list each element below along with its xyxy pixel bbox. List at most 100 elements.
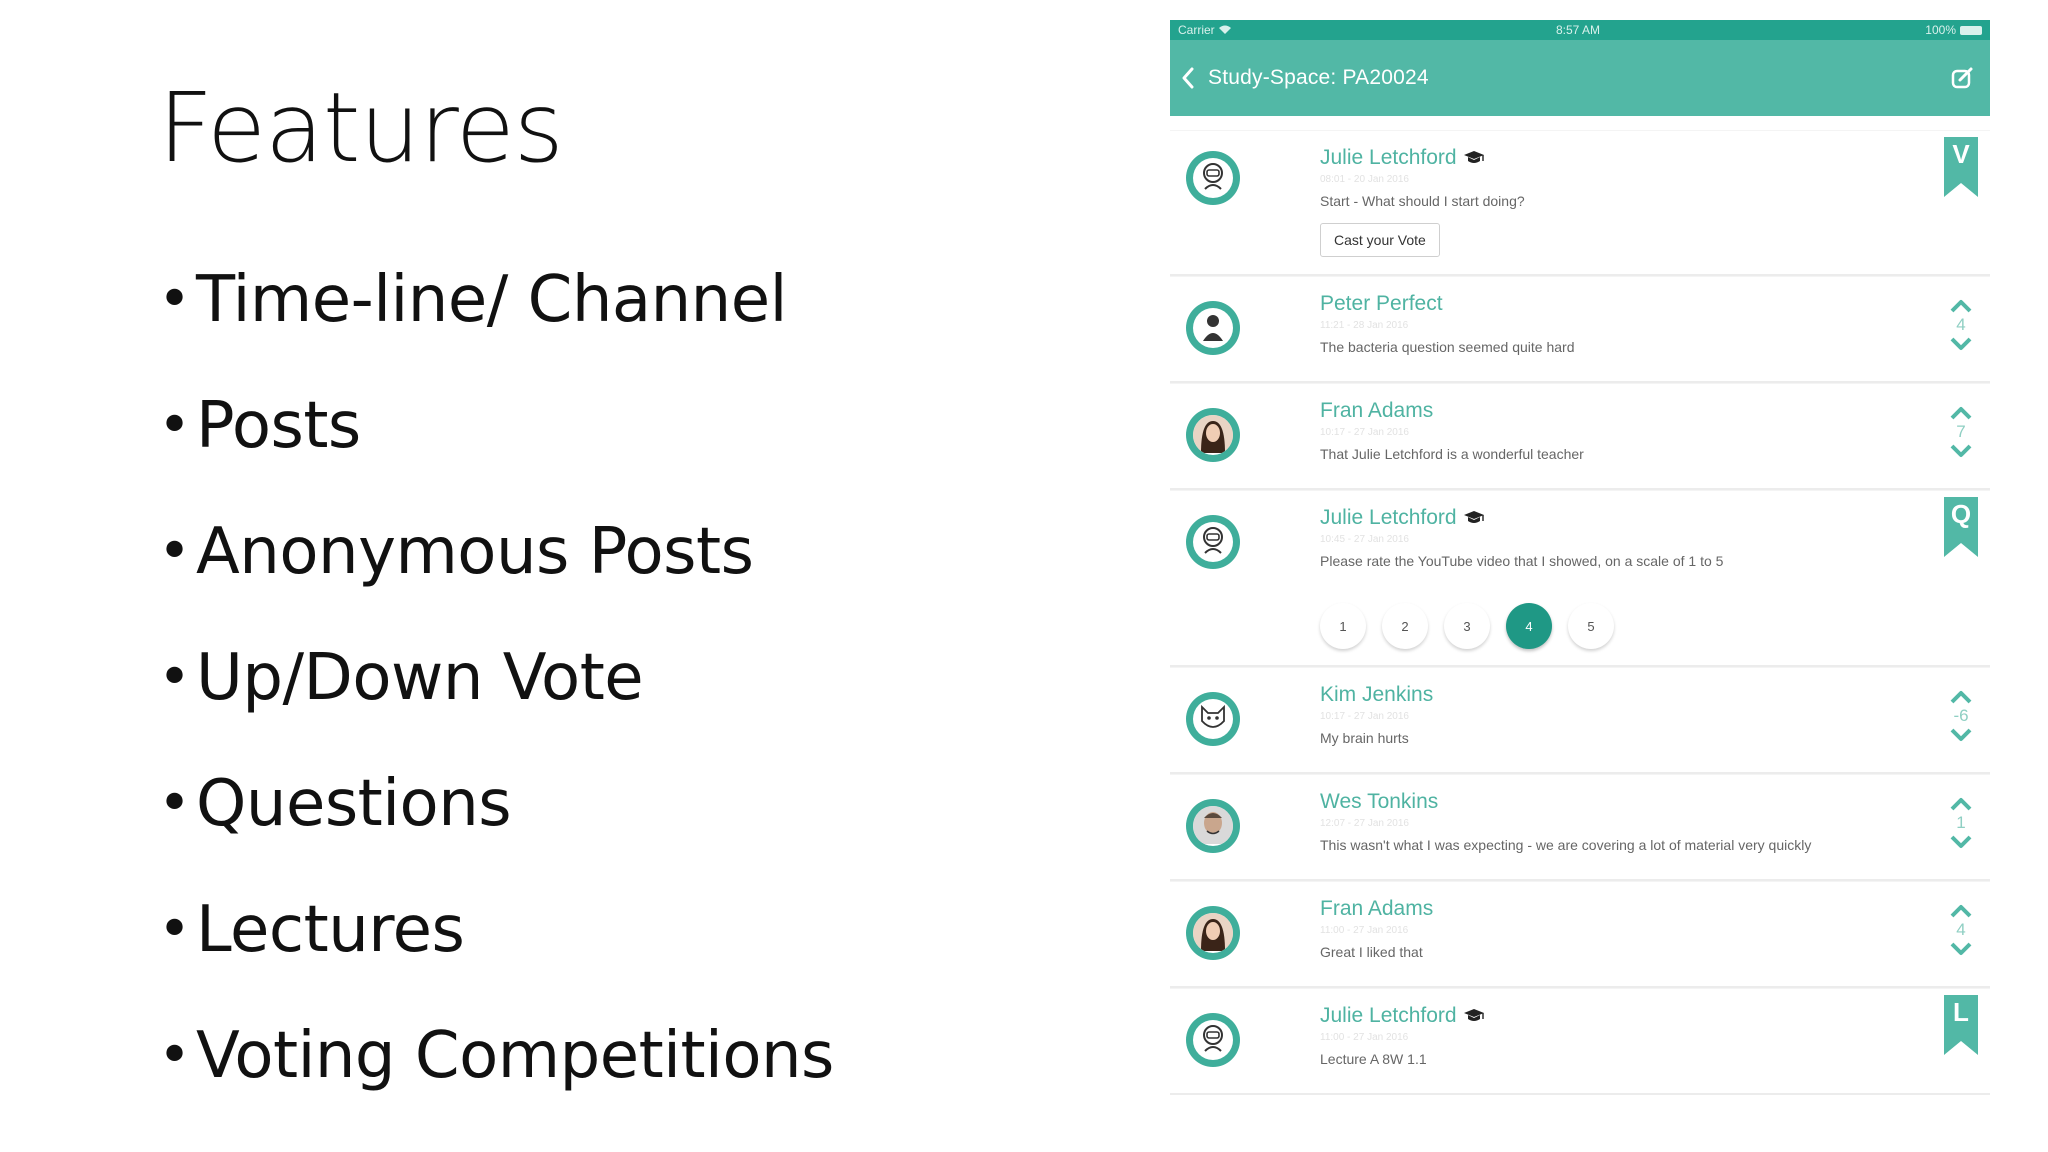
avatar [1186, 408, 1240, 462]
post-timestamp: 11:21 - 28 Jan 2016 [1320, 320, 1409, 331]
app-screenshot: Carrier 8:57 AM 100% Study-Space: PA2002… [1170, 20, 1990, 1132]
feature-item: • Lectures [158, 892, 834, 1018]
post-item[interactable]: Julie Letchford 08:01 - 20 Jan 2016 Star… [1170, 130, 1990, 276]
bullet-icon: • [158, 267, 192, 332]
robot-icon [1199, 161, 1227, 196]
post-timestamp: 10:45 - 27 Jan 2016 [1320, 534, 1409, 545]
avatar [1186, 692, 1240, 746]
slide-title: Features [158, 72, 564, 184]
post-item[interactable]: Wes Tonkins 12:07 - 27 Jan 2016 This was… [1170, 774, 1990, 881]
upvote-icon[interactable] [1946, 404, 1976, 422]
battery-label: 100% [1925, 23, 1956, 37]
author-name[interactable]: Wes Tonkins [1320, 790, 1438, 814]
post-text: This wasn't what I was expecting - we ar… [1320, 837, 1812, 853]
bullet-icon: • [158, 393, 192, 458]
wifi-icon [1218, 23, 1231, 37]
upvote-icon[interactable] [1946, 795, 1976, 813]
downvote-icon[interactable] [1946, 442, 1976, 460]
post-item[interactable]: Julie Letchford 11:00 - 27 Jan 2016 Lect… [1170, 988, 1990, 1095]
feature-list: • Time-line/ Channel • Posts • Anonymous Po… [158, 262, 834, 1144]
post-feed: Julie Letchford 08:01 - 20 Jan 2016 Star… [1170, 116, 1990, 1095]
feature-item: • Anonymous Posts [158, 514, 834, 640]
page-title: Study-Space: PA20024 [1208, 66, 1429, 89]
chevron-left-icon[interactable] [1176, 66, 1200, 90]
rating-option[interactable]: 5 [1568, 603, 1614, 649]
compose-icon[interactable] [1950, 65, 1976, 91]
cat-icon [1198, 703, 1228, 736]
feature-label: Lectures [196, 893, 465, 967]
avatar [1186, 1013, 1240, 1067]
vote-control: 4 [1946, 902, 1976, 958]
feature-item: • Time-line/ Channel [158, 262, 834, 388]
cast-vote-button[interactable]: Cast your Vote [1320, 223, 1440, 257]
bookmark-badge: V [1944, 137, 1978, 197]
post-item[interactable]: Peter Perfect 11:21 - 28 Jan 2016 The ba… [1170, 276, 1990, 383]
feature-label: Questions [196, 767, 512, 841]
robot-icon [1199, 525, 1227, 560]
downvote-icon[interactable] [1946, 940, 1976, 958]
downvote-icon[interactable] [1946, 726, 1976, 744]
author-name[interactable]: Fran Adams [1320, 897, 1433, 921]
status-time: 8:57 AM [1555, 23, 1600, 37]
battery-status: 100% [1925, 23, 1982, 37]
author-name[interactable]: Julie Letchford [1320, 1004, 1457, 1028]
vote-count: 4 [1956, 920, 1966, 939]
photo-icon [1193, 415, 1233, 455]
bullet-icon: • [158, 897, 192, 962]
feature-item: • Voting Competitions [158, 1018, 834, 1144]
upvote-icon[interactable] [1946, 902, 1976, 920]
post-text: Great I liked that [1320, 944, 1423, 960]
avatar [1186, 906, 1240, 960]
rating-option[interactable]: 2 [1382, 603, 1428, 649]
vote-count: 4 [1956, 315, 1966, 334]
post-timestamp: 10:17 - 27 Jan 2016 [1320, 427, 1409, 438]
post-timestamp: 11:00 - 27 Jan 2016 [1320, 925, 1409, 936]
feature-label: Time-line/ Channel [196, 263, 787, 337]
photo-icon [1193, 913, 1233, 953]
post-timestamp: 10:17 - 27 Jan 2016 [1320, 711, 1409, 722]
author-name[interactable]: Julie Letchford [1320, 146, 1457, 170]
post-item[interactable]: Fran Adams 10:17 - 27 Jan 2016 That Juli… [1170, 383, 1990, 490]
person-icon [1199, 311, 1227, 346]
upvote-icon[interactable] [1946, 297, 1976, 315]
status-bar: Carrier 8:57 AM 100% [1170, 20, 1990, 40]
post-text: The bacteria question seemed quite hard [1320, 339, 1575, 355]
author-name[interactable]: Fran Adams [1320, 399, 1433, 423]
post-item[interactable]: Fran Adams 11:00 - 27 Jan 2016 Great I l… [1170, 881, 1990, 988]
post-timestamp: 08:01 - 20 Jan 2016 [1320, 174, 1409, 185]
avatar [1186, 301, 1240, 355]
face-icon [1193, 806, 1233, 846]
post-text: Please rate the YouTube video that I sho… [1320, 553, 1724, 569]
battery-icon [1960, 26, 1982, 36]
rating-option[interactable]: 1 [1320, 603, 1366, 649]
robot-icon [1199, 1023, 1227, 1058]
downvote-icon[interactable] [1946, 335, 1976, 353]
upvote-icon[interactable] [1946, 688, 1976, 706]
post-text: That Julie Letchford is a wonderful teac… [1320, 446, 1584, 462]
carrier-label: Carrier [1178, 23, 1215, 37]
vote-control: 4 [1946, 297, 1976, 353]
author-name[interactable]: Julie Letchford [1320, 506, 1457, 530]
rating-option-selected[interactable]: 4 [1506, 603, 1552, 649]
downvote-icon[interactable] [1946, 833, 1976, 851]
post-item[interactable]: Julie Letchford 10:45 - 27 Jan 2016 Plea… [1170, 490, 1990, 667]
post-item[interactable]: Kim Jenkins 10:17 - 27 Jan 2016 My brain… [1170, 667, 1990, 774]
bookmark-badge: Q [1944, 497, 1978, 557]
bullet-icon: • [158, 645, 192, 710]
vote-count: -6 [1953, 706, 1969, 725]
avatar [1186, 515, 1240, 569]
bullet-icon: • [158, 1023, 192, 1088]
feature-label: Posts [196, 389, 361, 463]
author-name[interactable]: Kim Jenkins [1320, 683, 1433, 707]
graduation-cap-icon [1463, 510, 1485, 526]
badge-letter: V [1952, 139, 1970, 169]
author-name[interactable]: Peter Perfect [1320, 292, 1443, 316]
post-text: My brain hurts [1320, 730, 1409, 746]
vote-control: 1 [1946, 795, 1976, 851]
graduation-cap-icon [1463, 1008, 1485, 1024]
feature-item: • Questions [158, 766, 834, 892]
badge-letter: L [1953, 997, 1969, 1027]
rating-option[interactable]: 3 [1444, 603, 1490, 649]
post-timestamp: 11:00 - 27 Jan 2016 [1320, 1032, 1409, 1043]
feature-label: Anonymous Posts [196, 515, 754, 589]
